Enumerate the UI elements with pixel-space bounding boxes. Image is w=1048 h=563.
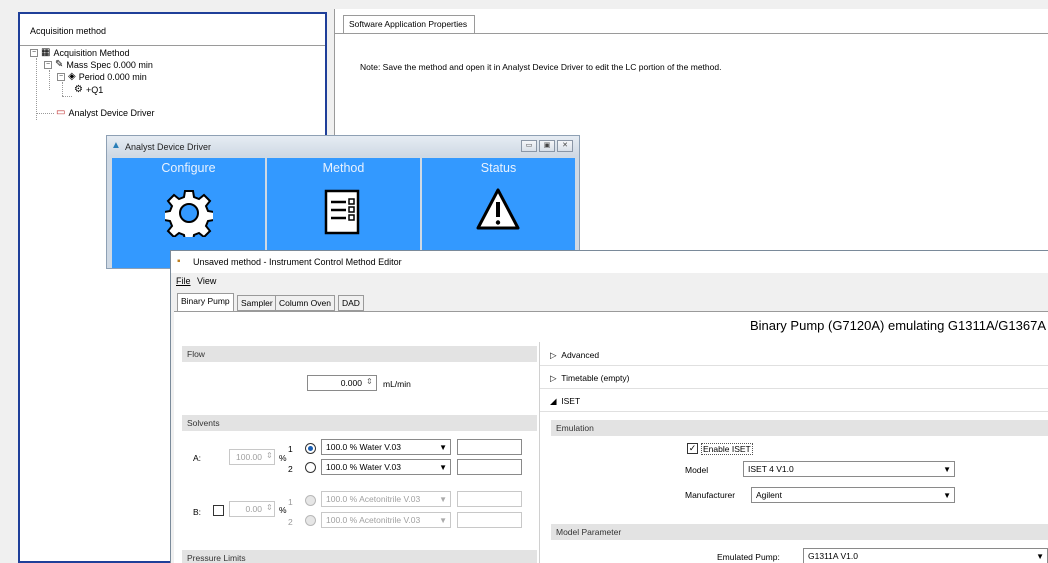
percent-sign: % <box>279 505 287 515</box>
solvent-a2-radio[interactable] <box>305 462 316 473</box>
channel-1-label: 1 <box>288 497 293 507</box>
dropdown-arrow-icon: ▼ <box>439 516 447 525</box>
channel-2-label: 2 <box>288 517 293 527</box>
solvent-b2-select[interactable]: 100.0 % Acetonitrile V.03 ▼ <box>321 512 451 528</box>
channel-1-label: 1 <box>288 444 293 454</box>
gear-icon <box>165 190 213 237</box>
method-icon: ▦ <box>41 47 51 58</box>
mass-spec-icon: ✎ <box>55 59 64 70</box>
tile-label: Configure <box>161 161 216 175</box>
tree-item-label: Mass Spec 0.000 min <box>66 59 153 70</box>
dropdown-arrow-icon: ▼ <box>943 491 951 500</box>
model-label: Model <box>685 465 709 475</box>
method-editor-window: ▪ Unsaved method - Instrument Control Me… <box>170 250 1048 563</box>
tab-binary-pump[interactable]: Binary Pump <box>177 293 234 311</box>
title-bar[interactable]: ▲ Analyst Device Driver ▭ ▣ ✕ <box>107 136 579 156</box>
dropdown-arrow-icon: ▼ <box>439 463 447 472</box>
expand-arrow-icon: ▷ <box>550 350 557 360</box>
tile-label: Method <box>322 161 365 175</box>
tile-label: Status <box>480 161 517 175</box>
tree-item-device-driver[interactable]: ▭ Analyst Device Driver <box>56 107 154 118</box>
solvent-b2-radio[interactable] <box>305 515 316 526</box>
channel-2-label: 2 <box>288 464 293 474</box>
section-flow: Flow <box>182 346 537 362</box>
collapse-arrow-icon: ◢ <box>550 396 557 406</box>
title-bar[interactable]: ▪ Unsaved method - Instrument Control Me… <box>171 251 1048 273</box>
window-title: Analyst Device Driver <box>125 142 212 152</box>
collapse-toggle[interactable]: − <box>30 48 38 57</box>
folder-icon: ▭ <box>56 107 66 118</box>
menu-file[interactable]: File <box>176 276 191 286</box>
solvent-a1-radio[interactable] <box>305 443 316 454</box>
menu-bar: File View <box>171 274 1048 290</box>
tree-item-period[interactable]: − ◈ Period 0.000 min <box>57 71 147 82</box>
emulated-pump-select[interactable]: G1311A V1.0 ▼ <box>803 548 1048 563</box>
solvent-b-checkbox[interactable] <box>213 505 224 516</box>
model-select[interactable]: ISET 4 V1.0 ▼ <box>743 461 955 477</box>
warning-icon <box>476 188 520 230</box>
timetable-expander[interactable]: ▷ Timetable (empty) <box>540 367 1048 389</box>
minimize-button[interactable]: ▭ <box>521 140 537 152</box>
manufacturer-select[interactable]: Agilent ▼ <box>751 487 955 503</box>
panel-header: Acquisition method <box>20 14 325 46</box>
solvent-a2-name-input[interactable] <box>457 459 522 475</box>
menu-view[interactable]: View <box>197 276 216 286</box>
tree-item-acquisition-method[interactable]: − ▦ Acquisition Method <box>30 47 130 58</box>
tree-item-label: Period 0.000 min <box>78 71 147 82</box>
spinner-icon[interactable]: ⇕ <box>266 451 273 460</box>
enable-iset-checkbox[interactable]: ✓ <box>687 443 698 454</box>
iset-expander[interactable]: ◢ ISET <box>540 390 1048 412</box>
section-solvents: Solvents <box>182 415 537 431</box>
dropdown-arrow-icon: ▼ <box>1036 552 1044 561</box>
collapse-toggle[interactable]: − <box>44 60 52 69</box>
maximize-button[interactable]: ▣ <box>539 140 555 152</box>
dropdown-arrow-icon: ▼ <box>439 495 447 504</box>
module-title: Binary Pump (G7120A) emulating G1311A/G1… <box>749 318 1046 333</box>
percent-sign: % <box>279 453 287 463</box>
tree-item-label: +Q1 <box>85 84 104 95</box>
tree-item-label: Acquisition Method <box>53 47 130 58</box>
tab-dad[interactable]: DAD <box>338 295 364 311</box>
note-text: Note: Save the method and open it in Ana… <box>360 62 722 72</box>
section-model-parameter: Model Parameter <box>551 524 1048 540</box>
app-icon: ▪ <box>177 256 181 267</box>
solvent-b2-name-input[interactable] <box>457 512 522 528</box>
tab-column-oven[interactable]: Column Oven <box>275 295 335 311</box>
document-list-icon <box>324 189 360 235</box>
section-emulation: Emulation <box>551 420 1048 436</box>
device-driver-window: ▲ Analyst Device Driver ▭ ▣ ✕ Configure … <box>106 135 580 269</box>
experiment-icon: ⚙ <box>74 84 83 95</box>
advanced-expander[interactable]: ▷ Advanced <box>540 344 1048 366</box>
tree-item-experiment[interactable]: ⚙ +Q1 <box>74 84 103 95</box>
manufacturer-label: Manufacturer <box>685 490 736 500</box>
dropdown-arrow-icon: ▼ <box>439 443 447 452</box>
flow-unit: mL/min <box>383 379 411 389</box>
solvent-b1-radio[interactable] <box>305 495 316 506</box>
tree-item-label: Analyst Device Driver <box>68 107 155 118</box>
close-button[interactable]: ✕ <box>557 140 573 152</box>
solvent-a2-select[interactable]: 100.0 % Water V.03 ▼ <box>321 459 451 475</box>
section-pressure-limits: Pressure Limits <box>182 550 537 563</box>
tab-sampler[interactable]: Sampler <box>237 295 277 311</box>
enable-iset-label: Enable ISET <box>701 443 753 455</box>
tab-software-application-properties[interactable]: Software Application Properties <box>343 15 475 33</box>
window-title: Unsaved method - Instrument Control Meth… <box>193 257 402 267</box>
collapse-toggle[interactable]: − <box>57 72 65 81</box>
solvent-a-label: A: <box>193 453 202 463</box>
spinner-icon[interactable]: ⇕ <box>366 377 373 386</box>
solvent-b1-select[interactable]: 100.0 % Acetonitrile V.03 ▼ <box>321 491 451 507</box>
dropdown-arrow-icon: ▼ <box>943 465 951 474</box>
solvent-b-label: B: <box>193 507 202 517</box>
expand-arrow-icon: ▷ <box>550 373 557 383</box>
app-logo-icon: ▲ <box>111 140 121 151</box>
period-icon: ◈ <box>68 71 76 82</box>
solvent-b1-name-input[interactable] <box>457 491 522 507</box>
solvent-a1-name-input[interactable] <box>457 439 522 455</box>
spinner-icon[interactable]: ⇕ <box>266 503 273 512</box>
emulated-pump-label: Emulated Pump: <box>717 552 780 562</box>
tree-item-mass-spec[interactable]: − ✎ Mass Spec 0.000 min <box>44 59 153 70</box>
solvent-a1-select[interactable]: 100.0 % Water V.03 ▼ <box>321 439 451 455</box>
